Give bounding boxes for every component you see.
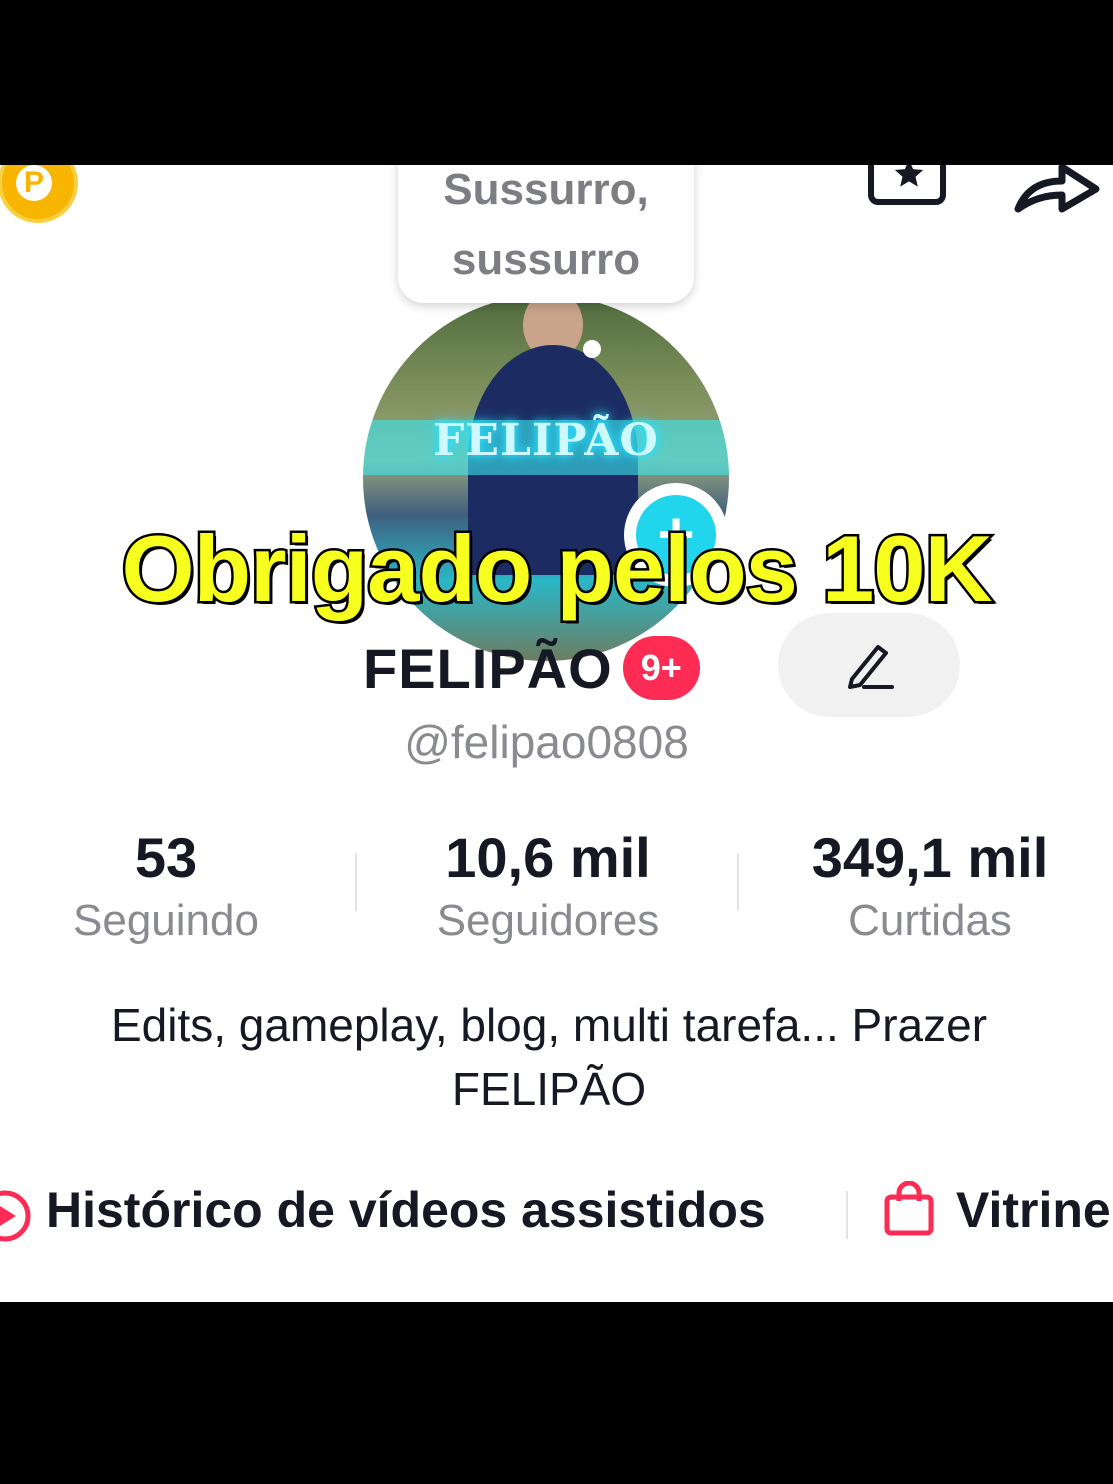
profile-screen: P FELIPÃO Sussurro, sussurro + Obrigado … [0, 165, 1113, 1302]
play-icon [0, 1190, 31, 1242]
watch-history-link[interactable]: Histórico de vídeos assistidos [46, 1181, 766, 1239]
coin-icon[interactable]: P [0, 165, 78, 223]
notification-badge[interactable]: 9+ [622, 636, 700, 700]
status-bubble[interactable]: Sussurro, sussurro [398, 165, 694, 303]
link-divider [846, 1191, 848, 1239]
video-caption: Obrigado pelos 10K [119, 514, 995, 624]
stat-following[interactable]: 53 Seguindo [38, 823, 294, 949]
coin-letter-icon: P [16, 165, 52, 201]
bubble-line-2: sussurro [451, 235, 641, 284]
bio-line-1: Edits, gameplay, blog, multi tarefa... P… [110, 999, 988, 1051]
edit-icon [848, 645, 894, 689]
stat-followers-value: 10,6 mil [445, 826, 651, 889]
profile-links: Histórico de vídeos assistidos Vitrine [0, 1175, 1113, 1245]
profile-name-row: FELIPÃO 9+ [363, 633, 700, 703]
avatar-logo-text: FELIPÃO [433, 415, 659, 466]
shopping-bag-icon [884, 1181, 934, 1236]
stat-following-value: 53 [134, 826, 198, 889]
favorites-icon[interactable] [868, 165, 946, 205]
stat-likes-value: 349,1 mil [811, 826, 1049, 889]
bubble-tail [583, 340, 601, 358]
stat-divider [737, 853, 739, 911]
showcase-link[interactable]: Vitrine [956, 1181, 1111, 1239]
profile-handle: @felipao0808 [404, 716, 689, 768]
share-icon[interactable] [1012, 165, 1102, 219]
bubble-line-1: Sussurro, [443, 165, 649, 214]
stat-likes-label: Curtidas [848, 896, 1012, 945]
stat-following-label: Seguindo [73, 896, 259, 945]
stat-followers-label: Seguidores [436, 896, 660, 945]
stat-divider [355, 853, 357, 911]
bio-line-2: FELIPÃO [451, 1063, 647, 1115]
profile-name: FELIPÃO [363, 636, 613, 700]
stat-followers[interactable]: 10,6 mil Seguidores [400, 823, 696, 949]
profile-bio: Edits, gameplay, blog, multi tarefa... P… [0, 993, 1098, 1121]
edit-profile-button[interactable] [778, 613, 960, 717]
stat-likes[interactable]: 349,1 mil Curtidas [784, 823, 1076, 949]
